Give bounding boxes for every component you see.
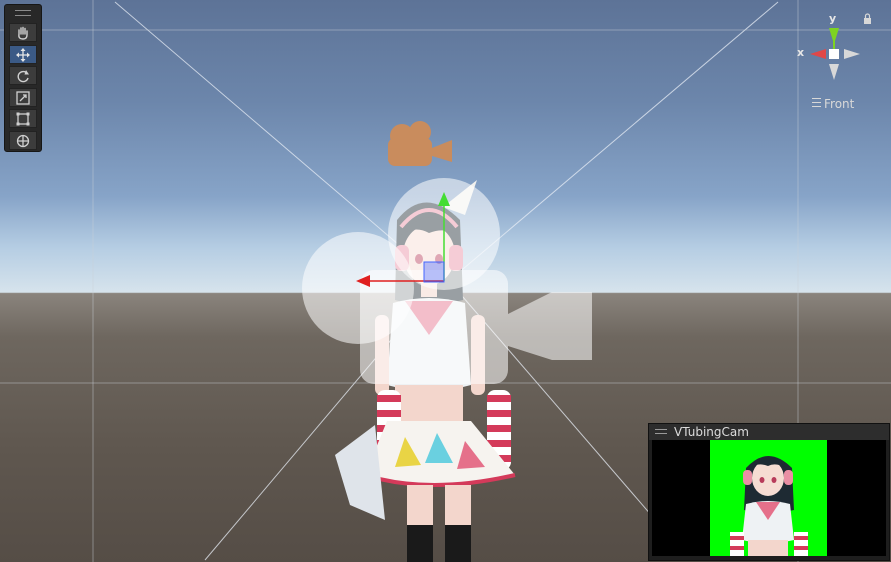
palette-grip[interactable] [15, 10, 31, 16]
drag-handle-icon[interactable] [655, 429, 667, 434]
scale-icon [16, 90, 30, 105]
hamburger-icon [812, 98, 821, 107]
preview-avatar [730, 456, 808, 556]
scale-tool-button[interactable] [9, 88, 37, 107]
green-screen-view [710, 440, 827, 556]
hand-tool-button[interactable] [9, 23, 37, 42]
neg-x-axis-cone [844, 49, 860, 59]
x-axis-label: x [797, 46, 805, 59]
lock-icon [864, 18, 871, 24]
transform-tool-button[interactable] [9, 131, 37, 150]
move-handle-gizmo[interactable] [352, 190, 452, 290]
preview-title-bar[interactable]: VTubingCam [649, 424, 889, 440]
y-axis-cone [829, 28, 839, 44]
camera-preview-window[interactable]: VTubingCam [648, 423, 890, 561]
neg-y-axis-cone [829, 64, 839, 80]
gizmo-center-cube [829, 49, 839, 59]
rect-tool-button[interactable] [9, 109, 37, 128]
view-mode-label: Front [824, 97, 855, 111]
view-mode-toggle[interactable]: Front [812, 97, 854, 111]
camera-gizmo-small-icon[interactable] [382, 118, 456, 170]
move-tool-button[interactable] [9, 45, 37, 64]
preview-render [652, 440, 886, 556]
transform-icon [16, 134, 30, 147]
rotate-tool-button[interactable] [9, 66, 37, 85]
y-axis-arrow [438, 192, 450, 206]
hand-icon [18, 26, 28, 40]
y-axis-label: y [829, 12, 837, 25]
move-arrows-icon [16, 47, 30, 62]
rect-transform-icon [16, 112, 30, 125]
x-axis-arrow [356, 275, 370, 287]
x-axis-cone [810, 49, 826, 59]
rotate-icon [17, 69, 29, 82]
preview-title: VTubingCam [674, 425, 749, 439]
tools-palette [4, 4, 42, 152]
